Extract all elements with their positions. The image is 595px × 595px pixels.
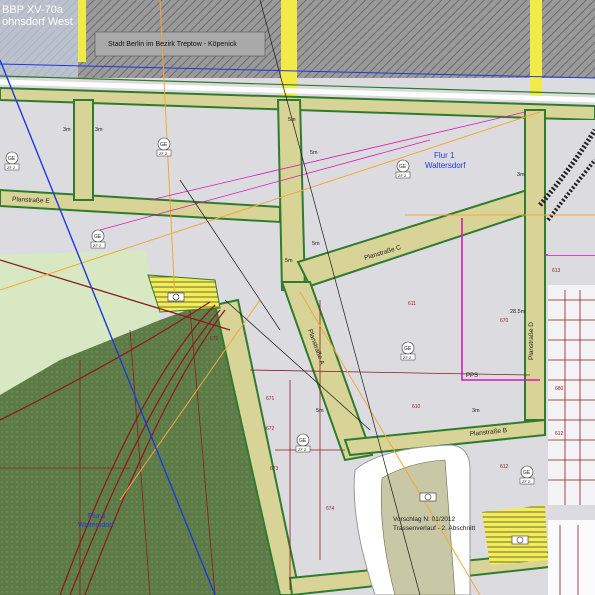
lower-flur-district: Waltersdorf bbox=[78, 522, 114, 529]
flur-name: Flur 1 bbox=[434, 151, 455, 160]
measure-label: 3m bbox=[63, 127, 71, 133]
pump-symbol bbox=[419, 492, 437, 502]
svg-text:ZF 2: ZF 2 bbox=[298, 447, 307, 452]
ge-badge: GE ZF 2 bbox=[395, 159, 411, 179]
pump-symbol bbox=[511, 535, 529, 545]
measure-label: 3m bbox=[95, 127, 103, 133]
measure-label: 28.5m bbox=[510, 309, 526, 315]
parcel-number: 675 bbox=[210, 336, 219, 342]
parcel-number: 674 bbox=[326, 506, 335, 512]
annotation-subtitle: Trassenverlauf - 2. Abschnitt bbox=[393, 525, 475, 532]
parcel-number: 671 bbox=[266, 396, 275, 402]
parcel-number: 670 bbox=[500, 318, 509, 324]
site-plan-map: PPS BBP XV-70a ohnsdorf West Stadt Berli… bbox=[0, 0, 595, 595]
parcel-number: 612 bbox=[500, 464, 509, 470]
pump-symbol bbox=[167, 292, 185, 302]
top-yellow-strip-3 bbox=[78, 0, 86, 62]
pps-label: PPS bbox=[466, 373, 478, 379]
measure-label: 3m bbox=[517, 172, 525, 178]
svg-text:GE: GE bbox=[94, 234, 102, 240]
svg-text:GE: GE bbox=[299, 438, 307, 444]
top-yellow-strip-1 bbox=[281, 0, 297, 96]
parcel-number: 673 bbox=[270, 466, 279, 472]
ge-badge: GE ZF 2 bbox=[295, 433, 311, 453]
svg-text:GE: GE bbox=[404, 346, 412, 352]
plan-name: ohnsdorf West bbox=[2, 16, 73, 28]
parcel-number: 610 bbox=[412, 404, 421, 410]
authority-label: Stadt Berlin im Bezirk Treptow - Köpenic… bbox=[108, 41, 237, 48]
measure-label: 5m bbox=[285, 258, 293, 264]
ge-badge: GE ZF 2 bbox=[4, 151, 20, 171]
ge-badge: GE ZF 2 bbox=[90, 229, 106, 249]
measure-label: 5m bbox=[310, 150, 318, 156]
top-yellow-strip-2 bbox=[530, 0, 542, 100]
street-d-label: Planstraße D bbox=[528, 322, 535, 360]
parcel-number: 672 bbox=[266, 426, 275, 432]
svg-text:ZF 2: ZF 2 bbox=[7, 165, 16, 170]
parcel-number: 612 bbox=[555, 431, 564, 437]
svg-text:GE: GE bbox=[160, 142, 168, 148]
yellow-patch-bottom bbox=[482, 505, 548, 565]
svg-text:GE: GE bbox=[8, 156, 16, 162]
right-parcel-area bbox=[548, 285, 595, 505]
parcel-number: 613 bbox=[552, 268, 561, 274]
plan-id: BBP XV-70a bbox=[2, 4, 64, 16]
flur-district: Waltersdorf bbox=[425, 161, 466, 170]
parcel-number: 611 bbox=[408, 301, 416, 307]
measure-label: 5m bbox=[312, 241, 320, 247]
measure-label: 3m bbox=[472, 408, 480, 414]
svg-text:GE: GE bbox=[399, 164, 407, 170]
ge-badge: GE ZF 2 bbox=[400, 341, 416, 361]
ge-badge: GE ZF 2 bbox=[519, 465, 535, 485]
lower-flur-name: Flur 1 bbox=[88, 513, 106, 520]
measure-label: 5m bbox=[288, 117, 296, 123]
right-white-strip bbox=[548, 520, 595, 595]
svg-text:ZF 2: ZF 2 bbox=[159, 151, 168, 156]
svg-text:ZF 2: ZF 2 bbox=[403, 355, 412, 360]
measure-label: 5m bbox=[316, 408, 324, 414]
parcel-number: 680 bbox=[555, 386, 564, 392]
svg-text:ZF 2: ZF 2 bbox=[522, 479, 531, 484]
ge-badge: GE ZF 2 bbox=[156, 137, 172, 157]
annotation-title: Vorschlag N: 01/2012 bbox=[393, 516, 456, 523]
svg-text:ZF 2: ZF 2 bbox=[93, 243, 102, 248]
svg-text:GE: GE bbox=[523, 470, 531, 476]
svg-text:ZF 2: ZF 2 bbox=[398, 173, 407, 178]
